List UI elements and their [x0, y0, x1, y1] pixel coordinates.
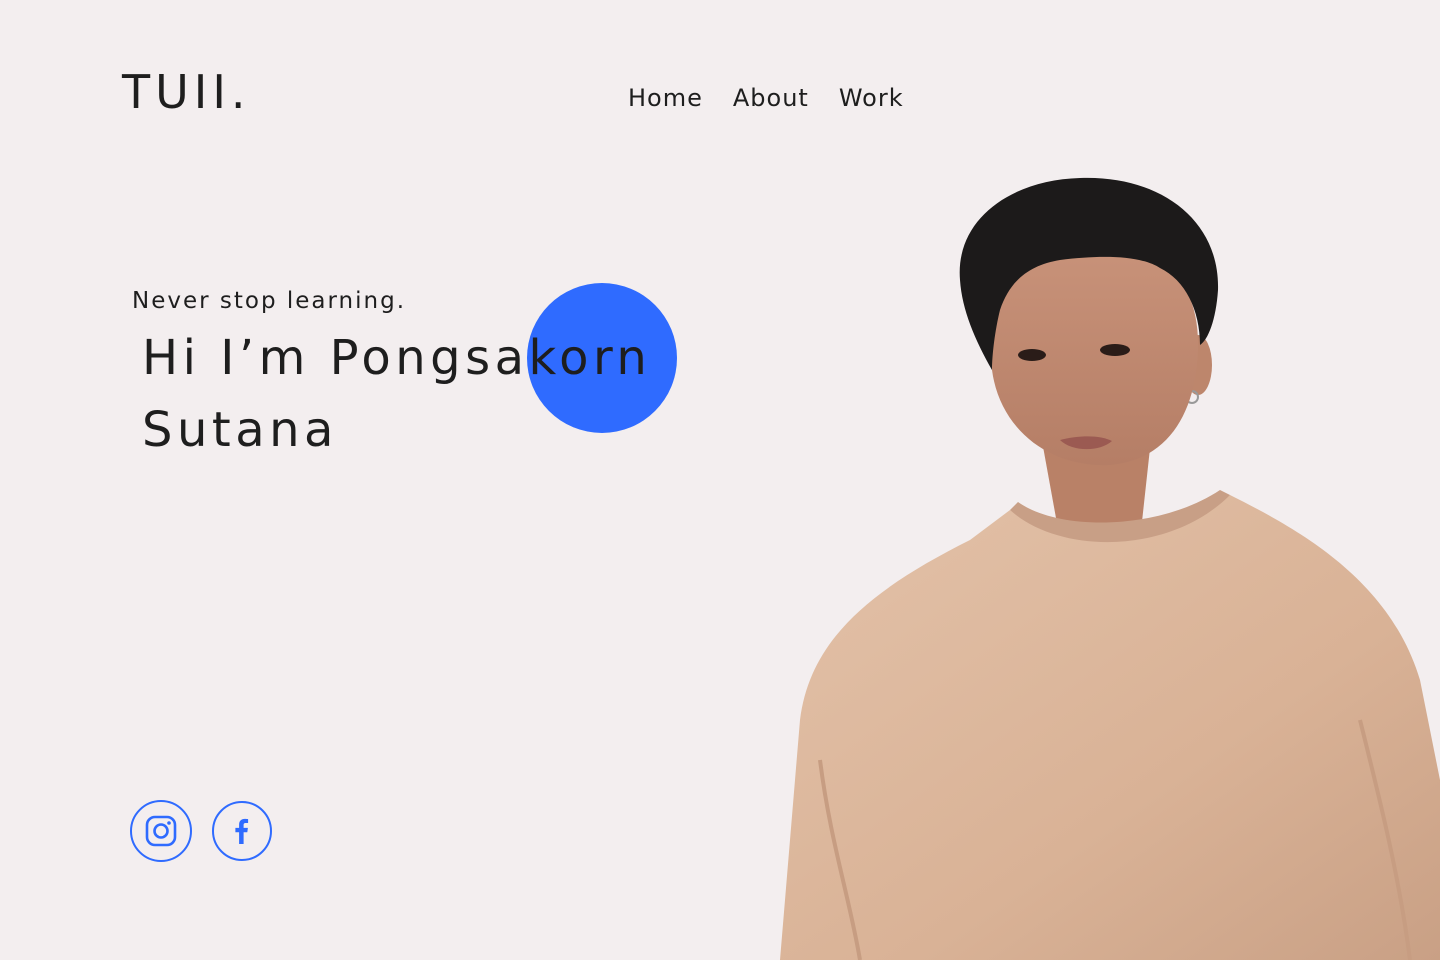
- portrait-photo: [780, 177, 1440, 960]
- main-nav: Home About Work: [628, 82, 904, 114]
- headline-line-2: Sutana: [142, 402, 338, 458]
- instagram-icon: [145, 815, 177, 847]
- hero-tagline: Never stop learning.: [132, 288, 407, 314]
- facebook-button[interactable]: [212, 801, 272, 861]
- social-links: [130, 800, 272, 862]
- hero-headline: Hi I’m Pongsakorn Sutana: [142, 322, 651, 466]
- nav-about-link[interactable]: About: [733, 82, 809, 114]
- nav-home-link[interactable]: Home: [628, 82, 703, 114]
- headline-line-1: Hi I’m Pongsakorn: [142, 330, 652, 386]
- instagram-button[interactable]: [130, 800, 192, 862]
- nav-work-link[interactable]: Work: [839, 82, 904, 114]
- site-logo[interactable]: TUII.: [122, 64, 251, 120]
- facebook-icon: [235, 818, 249, 844]
- landing-page: TUII. Home About Work Never stop learnin…: [0, 0, 1440, 960]
